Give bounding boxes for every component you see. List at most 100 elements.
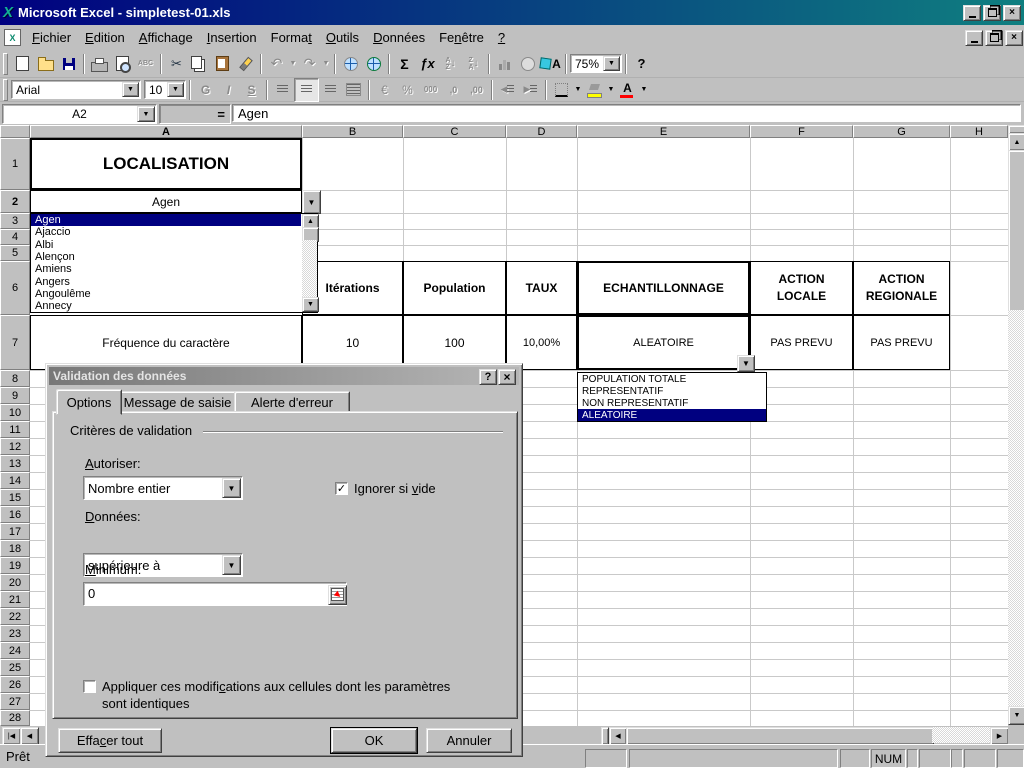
formula-input[interactable]: Agen	[232, 104, 1021, 122]
close-button[interactable]: ×	[1003, 5, 1021, 21]
decrease-indent-button[interactable]: ◀	[496, 79, 519, 101]
autoriser-dropdown-button[interactable]: ▼	[222, 478, 241, 498]
city-option-agen[interactable]: Agen	[31, 214, 301, 226]
copy-button[interactable]	[188, 53, 211, 75]
insert-hyperlink-button[interactable]	[339, 53, 362, 75]
donnees-dropdown-button[interactable]: ▼	[222, 555, 241, 575]
font-color-button[interactable]: A	[616, 79, 639, 101]
row-header-12[interactable]: 12	[0, 438, 30, 455]
scroll-track[interactable]	[932, 727, 990, 743]
paste-function-button[interactable]: ƒx	[416, 53, 439, 75]
underline-button[interactable]: S	[240, 79, 263, 101]
city-option-angers[interactable]: Angers	[31, 275, 301, 287]
menu-edition[interactable]: Edition	[78, 27, 132, 48]
row-header-1[interactable]: 1	[0, 138, 30, 190]
row-header-27[interactable]: 27	[0, 693, 30, 710]
apply-checkbox[interactable]	[83, 680, 96, 693]
decrease-decimal-button[interactable]: ,00	[465, 79, 488, 101]
column-header-F[interactable]: F	[750, 125, 853, 138]
minimum-input[interactable]: 0	[83, 582, 347, 606]
book-minimize-button[interactable]	[965, 30, 983, 46]
tab-split-handle[interactable]	[601, 727, 609, 745]
column-header-E[interactable]: E	[577, 125, 750, 138]
font-size-dropdown-button[interactable]: ▼	[167, 82, 184, 97]
cell-d6[interactable]: TAUX	[506, 261, 577, 315]
autoriser-combobox[interactable]: Nombre entier ▼	[83, 476, 243, 500]
row-header-16[interactable]: 16	[0, 506, 30, 523]
row-header-10[interactable]: 10	[0, 404, 30, 421]
menu-outils[interactable]: Outils	[319, 27, 366, 48]
thousands-button[interactable]: 000	[419, 79, 442, 101]
bold-button[interactable]: G	[194, 79, 217, 101]
row-header-3[interactable]: 3	[0, 213, 30, 229]
font-size-combobox[interactable]: 10 ▼	[144, 80, 186, 99]
font-color-dropdown[interactable]: ▼	[639, 79, 649, 101]
city-option-albi[interactable]: Albi	[31, 239, 301, 251]
print-preview-button[interactable]	[111, 53, 134, 75]
select-all-corner[interactable]	[0, 125, 30, 138]
row-header-7[interactable]: 7	[0, 315, 30, 370]
italic-button[interactable]: I	[217, 79, 240, 101]
redo-button[interactable]: ↷	[298, 53, 321, 75]
previous-sheet-button[interactable]: ◀	[20, 727, 39, 745]
help-button[interactable]: ?	[630, 53, 653, 75]
redo-dropdown[interactable]: ▼	[321, 53, 331, 75]
row-header-19[interactable]: 19	[0, 557, 30, 574]
row-header-28[interactable]: 28	[0, 710, 30, 726]
title-bar[interactable]: X Microsoft Excel - simpletest-01.xls ×	[0, 0, 1024, 25]
row-header-26[interactable]: 26	[0, 676, 30, 693]
cell-d7[interactable]: 10,00%	[506, 315, 577, 370]
tab-options[interactable]: Options	[56, 389, 122, 415]
ignorer-checkbox[interactable]: ✓	[335, 482, 348, 495]
cut-button[interactable]: ✂	[165, 53, 188, 75]
menu-format[interactable]: Format	[264, 27, 319, 48]
menu-affichage[interactable]: Affichage	[132, 27, 200, 48]
cell-g7[interactable]: PAS PREVU	[853, 315, 950, 370]
merge-center-button[interactable]	[342, 79, 365, 101]
increase-indent-button[interactable]: ▶	[519, 79, 542, 101]
cell-b7[interactable]: 10	[302, 315, 403, 370]
scroll-down-button[interactable]: ▼	[302, 297, 319, 312]
column-header-B[interactable]: B	[302, 125, 403, 138]
sort-ascending-button[interactable]: AZ ↓	[439, 53, 462, 75]
borders-button[interactable]	[550, 79, 573, 101]
toolbar-grip[interactable]	[3, 79, 8, 101]
zoom-combobox[interactable]: 75% ▼	[570, 54, 622, 73]
city-option-annecy[interactable]: Annecy	[31, 300, 301, 312]
clear-all-button[interactable]: Effacer tout	[58, 728, 162, 753]
row-header-14[interactable]: 14	[0, 472, 30, 489]
minimize-button[interactable]	[963, 5, 981, 21]
sampling-option-aleatoire[interactable]: ALEATOIRE	[578, 409, 766, 421]
drawing-button[interactable]: A	[539, 53, 562, 75]
column-header-H[interactable]: H	[950, 125, 1008, 138]
cell-a2[interactable]: Agen	[30, 190, 302, 213]
row-header-11[interactable]: 11	[0, 421, 30, 438]
cell-f6[interactable]: ACTION LOCALE	[750, 261, 853, 315]
align-right-button[interactable]	[319, 79, 342, 101]
print-button[interactable]	[88, 53, 111, 75]
row-header-23[interactable]: 23	[0, 625, 30, 642]
dialog-close-button[interactable]: ×	[498, 369, 516, 385]
cell-c7[interactable]: 100	[403, 315, 506, 370]
city-list-scrollbar[interactable]: ▲ ▼	[302, 214, 317, 312]
cell-c6[interactable]: Population	[403, 261, 506, 315]
menu-?[interactable]: ?	[491, 27, 512, 48]
row-header-24[interactable]: 24	[0, 642, 30, 659]
map-button[interactable]	[516, 53, 539, 75]
menu-insertion[interactable]: Insertion	[200, 27, 264, 48]
first-sheet-button[interactable]: |◀	[2, 727, 21, 745]
workbook-icon[interactable]: X	[4, 29, 21, 46]
row-header-5[interactable]: 5	[0, 245, 30, 261]
row-header-18[interactable]: 18	[0, 540, 30, 557]
column-header-C[interactable]: C	[403, 125, 506, 138]
scroll-track[interactable]	[1008, 310, 1024, 706]
scroll-track[interactable]	[302, 240, 317, 299]
font-name-dropdown-button[interactable]: ▼	[122, 82, 139, 97]
row-header-13[interactable]: 13	[0, 455, 30, 472]
row-header-20[interactable]: 20	[0, 574, 30, 591]
toolbar-grip[interactable]	[3, 53, 8, 75]
column-header-A[interactable]: A	[30, 125, 302, 138]
scroll-thumb[interactable]	[1008, 150, 1024, 312]
scroll-down-button[interactable]: ▼	[1008, 706, 1024, 725]
sampling-option-non-representatif[interactable]: NON REPRESENTATIF	[578, 397, 766, 409]
